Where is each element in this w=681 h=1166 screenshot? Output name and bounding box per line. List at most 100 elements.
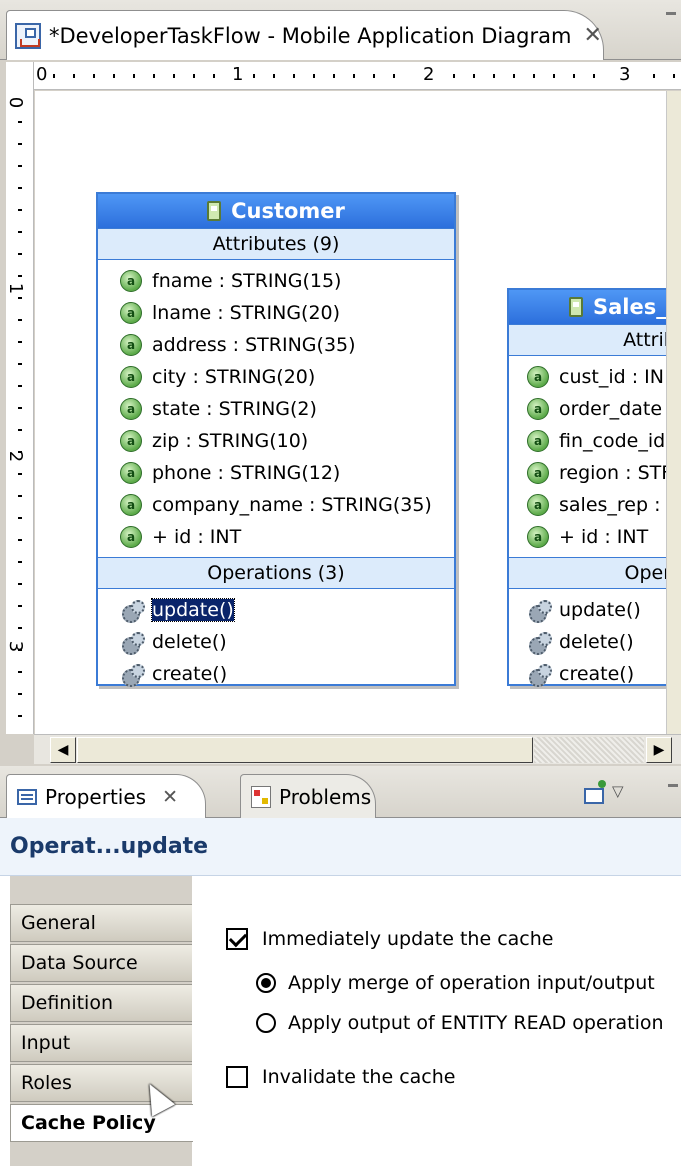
attribute-icon: a <box>527 366 549 388</box>
attribute-icon: a <box>120 334 142 356</box>
side-tab-data-source[interactable]: Data Source <box>10 944 192 982</box>
attributes-compartment-header[interactable]: Attributes (9) <box>98 228 454 260</box>
view-menu-icon[interactable]: ▽ <box>612 782 624 800</box>
attribute-item[interactable]: a fname : STRING(15) <box>98 265 454 297</box>
editor-tab-bar: *DeveloperTaskFlow - Mobile Application … <box>0 0 681 60</box>
attribute-icon: a <box>120 398 142 420</box>
ruler-number: 1 <box>232 64 244 85</box>
apply-merge-option[interactable]: Apply merge of operation input/output <box>256 972 655 994</box>
attribute-item[interactable]: a lname : STRING(20) <box>98 297 454 329</box>
pin-view-icon[interactable] <box>584 780 606 804</box>
diagram-icon <box>15 22 41 49</box>
minimize-icon[interactable] <box>666 12 676 15</box>
attribute-label: order_date <box>559 398 663 420</box>
properties-title-bar: Operat...update <box>0 818 681 876</box>
operation-item-update[interactable]: update() <box>509 594 681 626</box>
properties-body: General Data Source Definition Input Rol… <box>0 876 681 1166</box>
operation-label: create() <box>152 663 228 685</box>
minimize-icon[interactable] <box>668 784 678 787</box>
attribute-label: region : STF <box>559 462 673 484</box>
attribute-item[interactable]: a state : STRING(2) <box>98 393 454 425</box>
operations-compartment-header[interactable]: Operations (3) <box>98 557 454 589</box>
ruler-number: 3 <box>619 64 631 85</box>
attribute-item[interactable]: a fin_code_id <box>509 425 681 457</box>
tab-properties[interactable]: Properties ✕ <box>6 774 206 818</box>
scrollbar-thumb[interactable] <box>77 737 533 763</box>
mobile-entity-icon <box>207 201 222 221</box>
problems-icon <box>251 785 271 808</box>
attribute-icon: a <box>527 494 549 516</box>
immediate-update-checkbox[interactable] <box>226 928 248 950</box>
ruler-horizontal: 0 1 2 3 <box>34 62 681 90</box>
entity-header[interactable]: Customer <box>98 194 454 228</box>
vertical-scrollbar[interactable] <box>666 91 681 734</box>
side-tab-general[interactable]: General <box>10 904 192 942</box>
attribute-item[interactable]: a sales_rep : <box>509 489 681 521</box>
operations-compartment-header[interactable]: Operatio <box>509 557 681 589</box>
attribute-item[interactable]: a + id : INT <box>98 521 454 553</box>
operation-item-delete[interactable]: delete() <box>98 626 454 658</box>
attribute-label: fin_code_id <box>559 430 666 452</box>
operation-item-delete[interactable]: delete() <box>509 626 681 658</box>
attribute-label: state : STRING(2) <box>152 398 317 420</box>
apply-merge-radio[interactable] <box>256 973 276 993</box>
apply-entity-read-radio[interactable] <box>256 1013 276 1033</box>
operation-item-create[interactable]: create() <box>509 658 681 690</box>
invalidate-cache-checkbox[interactable] <box>226 1066 248 1088</box>
mobile-entity-icon <box>569 297 583 317</box>
close-icon[interactable]: ✕ <box>162 786 178 808</box>
immediate-update-option[interactable]: Immediately update the cache <box>226 928 553 950</box>
ruler-ticks-horizontal <box>53 74 675 78</box>
attributes-compartment-header[interactable]: Attribute <box>509 324 681 356</box>
close-icon[interactable]: ✕ <box>583 23 601 48</box>
scroll-right-button[interactable]: ▶ <box>646 737 672 763</box>
properties-side-tabs: General Data Source Definition Input Rol… <box>10 876 193 1166</box>
side-tab-input[interactable]: Input <box>10 1024 192 1062</box>
ruler-number: 2 <box>423 64 435 85</box>
attribute-item[interactable]: a address : STRING(35) <box>98 329 454 361</box>
attribute-label: fname : STRING(15) <box>152 270 342 292</box>
entity-sales[interactable]: Sales_ Attribute a cust_id : IN a order_da… <box>507 288 681 687</box>
side-tab-cache-policy[interactable]: Cache Policy <box>10 1104 193 1142</box>
horizontal-scrollbar[interactable]: ◀ ▶ <box>34 734 681 764</box>
editor-tab-diagram[interactable]: *DeveloperTaskFlow - Mobile Application … <box>6 10 604 60</box>
option-label: Apply merge of operation input/output <box>288 972 655 994</box>
option-label: Apply output of ENTITY READ operation <box>288 1012 664 1034</box>
operation-item-create[interactable]: create() <box>98 658 454 690</box>
editor-tab-title: *DeveloperTaskFlow - Mobile Application … <box>49 23 572 48</box>
attribute-item[interactable]: a phone : STRING(12) <box>98 457 454 489</box>
attribute-icon: a <box>120 526 142 548</box>
option-label: Immediately update the cache <box>262 928 554 950</box>
attribute-list: a cust_id : IN a order_date a fin_code_id a… <box>509 356 681 553</box>
ruler-vertical: 0 1 2 3 <box>5 62 34 734</box>
apply-entity-read-option[interactable]: Apply output of ENTITY READ operation <box>256 1012 664 1034</box>
operation-list: update() delete() create() <box>98 589 454 690</box>
attribute-icon: a <box>527 526 549 548</box>
scroll-left-button[interactable]: ◀ <box>50 737 76 763</box>
views-tab-bar: Properties ✕ Problems ▽ <box>0 766 681 818</box>
operation-label-selected[interactable]: update() <box>151 598 235 622</box>
entity-header[interactable]: Sales_ <box>509 290 681 324</box>
attribute-icon: a <box>120 366 142 388</box>
attribute-item[interactable]: a order_date <box>509 393 681 425</box>
attribute-item[interactable]: a zip : STRING(10) <box>98 425 454 457</box>
attribute-item[interactable]: a company_name : STRING(35) <box>98 489 454 521</box>
invalidate-cache-option[interactable]: Invalidate the cache <box>226 1066 455 1088</box>
side-tab-definition[interactable]: Definition <box>10 984 192 1022</box>
attribute-icon: a <box>120 302 142 324</box>
attribute-item[interactable]: a city : STRING(20) <box>98 361 454 393</box>
attribute-item[interactable]: a + id : INT <box>509 521 681 553</box>
attribute-item[interactable]: a cust_id : IN <box>509 361 681 393</box>
entity-customer[interactable]: Customer Attributes (9) a fname : STRING(… <box>96 192 456 687</box>
ruler-number: 2 <box>5 450 27 463</box>
diagram-canvas[interactable]: Customer Attributes (9) a fname : STRING(… <box>35 91 681 734</box>
operation-item-update[interactable]: update() <box>98 594 454 626</box>
scrollbar-track[interactable] <box>534 737 644 763</box>
ruler-ticks-vertical <box>18 121 22 717</box>
tab-label: Problems <box>279 784 372 809</box>
entity-name: Sales_ <box>593 295 667 319</box>
attribute-item[interactable]: a region : STF <box>509 457 681 489</box>
attribute-icon: a <box>527 398 549 420</box>
tab-problems[interactable]: Problems <box>240 774 376 818</box>
operation-label: delete() <box>152 631 227 653</box>
